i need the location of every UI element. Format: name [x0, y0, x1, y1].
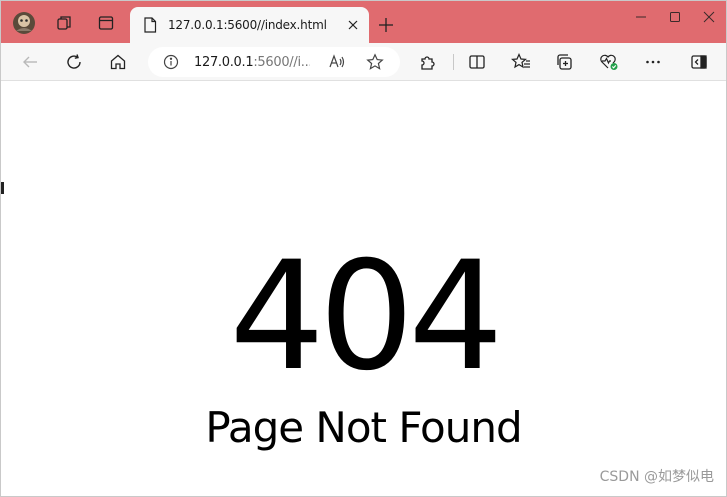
favorites-icon[interactable]	[507, 48, 535, 76]
split-screen-icon[interactable]	[463, 48, 491, 76]
watermark: CSDN @如梦似电	[599, 469, 714, 485]
minimize-button[interactable]	[624, 1, 658, 33]
back-button[interactable]	[16, 48, 44, 76]
home-button[interactable]	[104, 48, 132, 76]
info-icon[interactable]	[162, 53, 180, 71]
close-icon[interactable]	[345, 17, 361, 33]
page-icon	[142, 17, 158, 33]
browser-essentials-icon[interactable]	[595, 48, 623, 76]
browser-toolbar: 127.0.0.1:5600//i...	[1, 43, 726, 81]
toolbar-divider	[453, 54, 454, 70]
browser-window: 127.0.0.1:5600//index.html 127.0.0.1:560…	[0, 0, 727, 497]
favorite-star-icon[interactable]	[366, 53, 384, 71]
error-message: Page Not Found	[205, 403, 522, 452]
scroll-edge-marker	[1, 182, 4, 194]
window-close-button[interactable]	[692, 1, 726, 33]
read-aloud-icon[interactable]	[328, 53, 346, 71]
url-path: :5600//i...	[253, 54, 310, 70]
page-content: 404 Page Not Found CSDN @如梦似电	[1, 82, 726, 496]
window-controls	[624, 1, 726, 35]
new-tab-button[interactable]	[375, 14, 397, 36]
collections-icon[interactable]	[551, 48, 579, 76]
workspaces-icon[interactable]	[51, 10, 77, 36]
tab-active[interactable]: 127.0.0.1:5600//index.html	[130, 7, 369, 43]
url-text[interactable]: 127.0.0.1:5600//i...	[194, 55, 310, 70]
profile-avatar[interactable]	[11, 10, 37, 36]
error-code: 404	[229, 230, 503, 404]
url-host: 127.0.0.1	[194, 54, 254, 70]
extensions-icon[interactable]	[414, 48, 442, 76]
maximize-button[interactable]	[658, 1, 692, 33]
tab-strip: 127.0.0.1:5600//index.html	[1, 1, 726, 43]
more-menu-icon[interactable]	[639, 48, 667, 76]
tab-actions-icon[interactable]	[93, 10, 119, 36]
address-bar[interactable]: 127.0.0.1:5600//i...	[148, 47, 400, 77]
tab-title: 127.0.0.1:5600//index.html	[168, 18, 327, 32]
sidebar-toggle-icon[interactable]	[685, 48, 713, 76]
refresh-button[interactable]	[60, 48, 88, 76]
